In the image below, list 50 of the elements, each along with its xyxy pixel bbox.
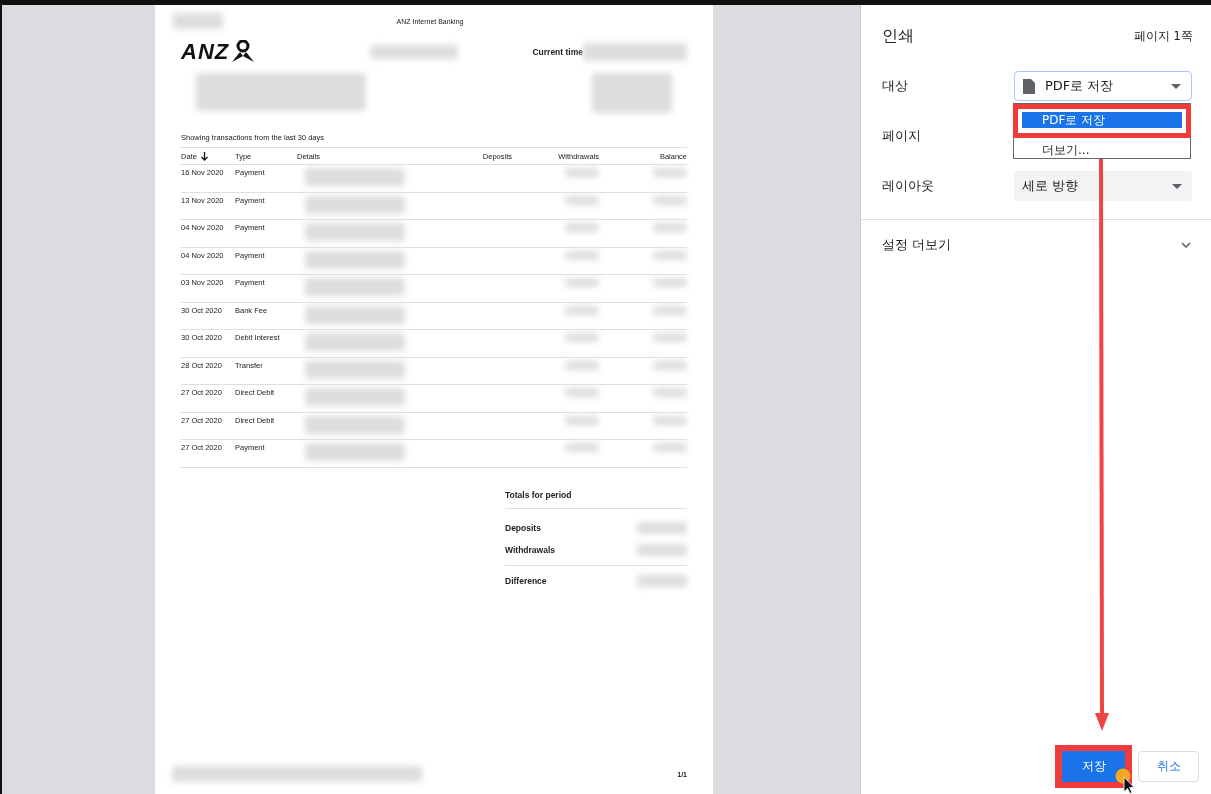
- current-time-label: Current time: [532, 47, 583, 57]
- blurred-amount: [653, 333, 687, 342]
- caret-icon: [1171, 83, 1181, 89]
- destination-select[interactable]: PDF로 저장: [1014, 71, 1192, 101]
- blurred-amount: [653, 278, 687, 287]
- dropdown-option[interactable]: PDF로 저장: [1022, 112, 1182, 128]
- blurred-amount: [565, 443, 599, 452]
- blurred-amount: [653, 223, 687, 232]
- setting-label: 페이지: [882, 127, 921, 145]
- totals-label: Difference: [505, 575, 547, 586]
- setting-label: 대상: [882, 77, 908, 95]
- blurred-amount: [653, 360, 687, 370]
- page-count: 페이지 1쪽: [1133, 27, 1193, 45]
- blurred-amount: [637, 521, 687, 534]
- blurred-text: [173, 13, 223, 29]
- people-logo-icon: [230, 40, 257, 64]
- file-icon: [1023, 78, 1035, 94]
- blurred-amount: [565, 333, 599, 342]
- setting-label: 레이아웃: [882, 177, 934, 195]
- blurred-amount: [565, 360, 599, 370]
- blurred-amount: [637, 574, 687, 587]
- blurred-amount: [653, 415, 687, 425]
- blurred-amount: [565, 415, 599, 425]
- totals-label: Deposits: [505, 522, 541, 533]
- cancel-button[interactable]: 취소: [1138, 751, 1199, 782]
- blurred-amount: [565, 250, 599, 260]
- more-settings-toggle[interactable]: 설정 더보기: [861, 220, 1211, 254]
- blurred-amount: [653, 443, 687, 452]
- blurred-amount: [653, 388, 687, 397]
- print-title: 인쇄: [882, 25, 914, 47]
- blurred-amount: [565, 278, 599, 287]
- dropdown-option[interactable]: 더보기...: [1014, 142, 1190, 158]
- layout-select[interactable]: 세로 방향: [1014, 171, 1192, 201]
- blurred-amount: [565, 305, 599, 315]
- blurred-amount: [565, 195, 599, 205]
- blurred-amount: [565, 168, 599, 177]
- save-button[interactable]: 저장: [1062, 751, 1125, 782]
- blurred-amount: [653, 168, 687, 177]
- totals-title: Totals for period: [505, 489, 687, 509]
- blurred-amount: [653, 195, 687, 205]
- blurred-amount: [565, 388, 599, 397]
- blurred-amount: [565, 223, 599, 232]
- totals-label: Withdrawals: [505, 544, 555, 555]
- bank-logo-text: ANZ: [181, 39, 230, 65]
- blurred-amount: [653, 250, 687, 260]
- sort-down-icon: [200, 151, 208, 161]
- chevron-down-icon: [1181, 242, 1191, 248]
- blurred-amount: [653, 305, 687, 315]
- blurred-amount: [637, 543, 687, 556]
- caret-icon: [1172, 183, 1182, 189]
